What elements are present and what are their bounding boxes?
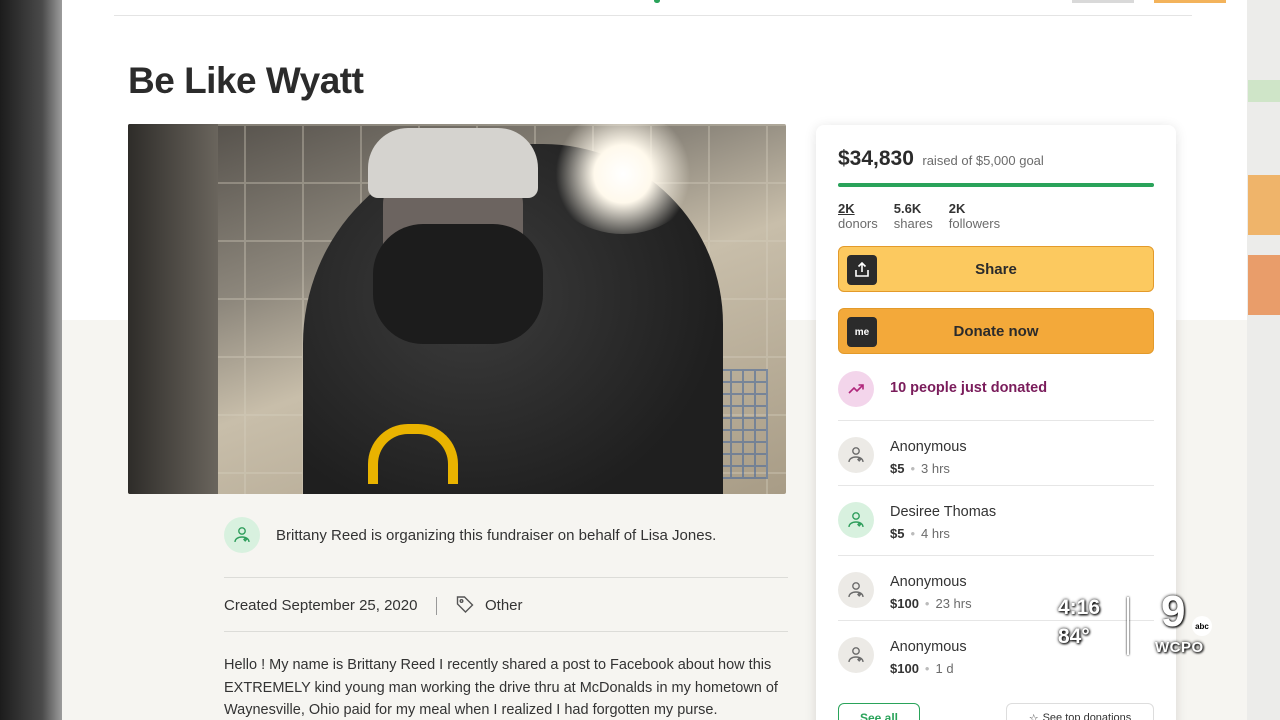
- channel-number: 9: [1161, 587, 1186, 636]
- share-label: Share: [975, 260, 1017, 278]
- stat-followers: 2K followers: [949, 201, 1000, 231]
- donor-avatar: [838, 572, 874, 608]
- share-button[interactable]: Share: [838, 246, 1154, 292]
- donation-time: 23 hrs: [935, 596, 972, 611]
- donor-name: Anonymous: [890, 439, 967, 455]
- heart-hand-icon: [848, 447, 864, 463]
- donor-name: Anonymous: [890, 574, 967, 590]
- tv-station-overlay: 4:16 84° 9 abc WCPO: [1055, 587, 1225, 663]
- overlay-divider: [1127, 597, 1129, 655]
- goal-text: raised of $5,000 goal: [922, 153, 1044, 168]
- donor-name: Anonymous: [890, 639, 967, 655]
- top-navigation-bar: [114, 0, 1226, 16]
- raised-summary: $34,830 raised of $5,000 goal: [838, 147, 1044, 171]
- donor-avatar: [838, 437, 874, 473]
- stat-label: donors: [838, 216, 878, 231]
- donation-time: 3 hrs: [921, 461, 950, 476]
- donation-details: $100 • 1 d: [890, 661, 954, 676]
- story-line: EXTREMELY kind young man working the dri…: [224, 679, 778, 696]
- created-date: Created September 25, 2020: [224, 596, 418, 614]
- donor-name: Desiree Thomas: [890, 504, 997, 520]
- stat-label: shares: [893, 216, 933, 231]
- trending-up-icon: [838, 371, 874, 407]
- recent-donations-banner: 10 people just donated: [838, 371, 1154, 407]
- network-logo: abc: [1192, 616, 1212, 636]
- heart-hand-icon: [848, 512, 864, 528]
- tag-icon: [455, 594, 475, 618]
- stat-shares: 5.6K shares: [894, 201, 933, 231]
- donor-avatar: [838, 502, 874, 538]
- stat-value: 2K: [948, 201, 966, 216]
- donate-now-button[interactable]: me Donate now: [838, 308, 1154, 354]
- stat-donors[interactable]: 2K donors: [838, 201, 878, 231]
- stat-value: 2K: [838, 201, 855, 216]
- campaign-meta: Created September 25, 2020 Other: [224, 594, 523, 618]
- star-icon: ☆: [1028, 712, 1039, 720]
- donation-time: 1 d: [935, 661, 954, 676]
- divider: [224, 631, 788, 632]
- donation-time: 4 hrs: [921, 526, 950, 541]
- overlay-time: 4:16: [1058, 596, 1101, 619]
- start-fundraiser-button[interactable]: [1154, 0, 1226, 3]
- amount-raised: $34,830: [838, 147, 914, 170]
- story-line: Hello ! My name is Brittany Reed I recen…: [224, 657, 772, 673]
- campaign-stats: 2K donors 5.6K shares 2K followers: [838, 201, 1000, 231]
- donation-amount: $5: [890, 461, 905, 476]
- progress-fill: [838, 183, 1154, 187]
- see-all-button[interactable]: See all: [838, 703, 920, 720]
- donation-amount: $5: [890, 526, 905, 541]
- story-line: Waynesville, Ohio paid for my meal when …: [224, 702, 718, 718]
- organizer-text: Brittany Reed is organizing this fundrai…: [276, 527, 717, 544]
- donation-item: Desiree Thomas $5 • 4 hrs: [838, 485, 1154, 551]
- donation-details: $100 • 23 hrs: [890, 596, 972, 611]
- donate-label: Donate now: [953, 322, 1039, 340]
- video-background-left: [0, 0, 70, 720]
- heart-hand-icon: [848, 647, 864, 663]
- divider: [224, 577, 788, 578]
- sign-in-button[interactable]: [1072, 0, 1134, 3]
- progress-bar: [838, 183, 1154, 187]
- stat-label: followers: [948, 216, 1001, 231]
- donation-details: $5 • 4 hrs: [890, 526, 950, 541]
- organizer-avatar: [224, 517, 260, 553]
- upload-icon: [847, 255, 877, 285]
- gofundme-icon: me: [847, 317, 877, 347]
- just-donated-text: 10 people just donated: [890, 380, 1048, 396]
- separator: [435, 597, 437, 615]
- page-title: Be Like Wyatt: [128, 60, 364, 101]
- donation-amount: $100: [890, 596, 919, 611]
- station-callsign: WCPO: [1155, 639, 1204, 656]
- heart-hand-icon: [234, 527, 250, 543]
- donor-avatar: [838, 637, 874, 673]
- see-top-donations-button[interactable]: ☆ See top donations: [1006, 703, 1154, 720]
- donation-item: Anonymous $5 • 3 hrs: [838, 420, 1154, 486]
- donation-details: $5 • 3 hrs: [890, 461, 950, 476]
- campaign-story: Hello ! My name is Brittany Reed I recen…: [224, 654, 794, 720]
- category-link[interactable]: Other: [485, 597, 523, 614]
- overlay-temperature: 84°: [1058, 625, 1090, 648]
- campaign-hero-image[interactable]: [128, 124, 786, 494]
- organizer-info: Brittany Reed is organizing this fundrai…: [224, 515, 784, 555]
- stat-value: 5.6K: [893, 201, 922, 216]
- see-top-label: See top donations: [1042, 712, 1132, 720]
- donation-amount: $100: [890, 661, 919, 676]
- heart-hand-icon: [848, 582, 864, 598]
